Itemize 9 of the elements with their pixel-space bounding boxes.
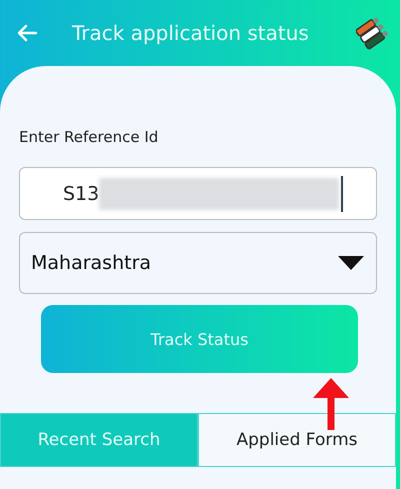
tab[interactable]: Applied Forms	[198, 413, 396, 467]
ink-marker-icon	[356, 16, 390, 50]
state-dropdown[interactable]: Maharashtra	[19, 232, 377, 294]
screen-title: Track application status	[72, 21, 310, 45]
annotation-arrow	[311, 376, 351, 432]
back-icon[interactable]	[16, 24, 38, 42]
reference-id-field[interactable]: S13	[19, 167, 377, 220]
dropdown-caret-icon	[338, 256, 364, 270]
field-label: Enter Reference Id	[19, 128, 160, 146]
